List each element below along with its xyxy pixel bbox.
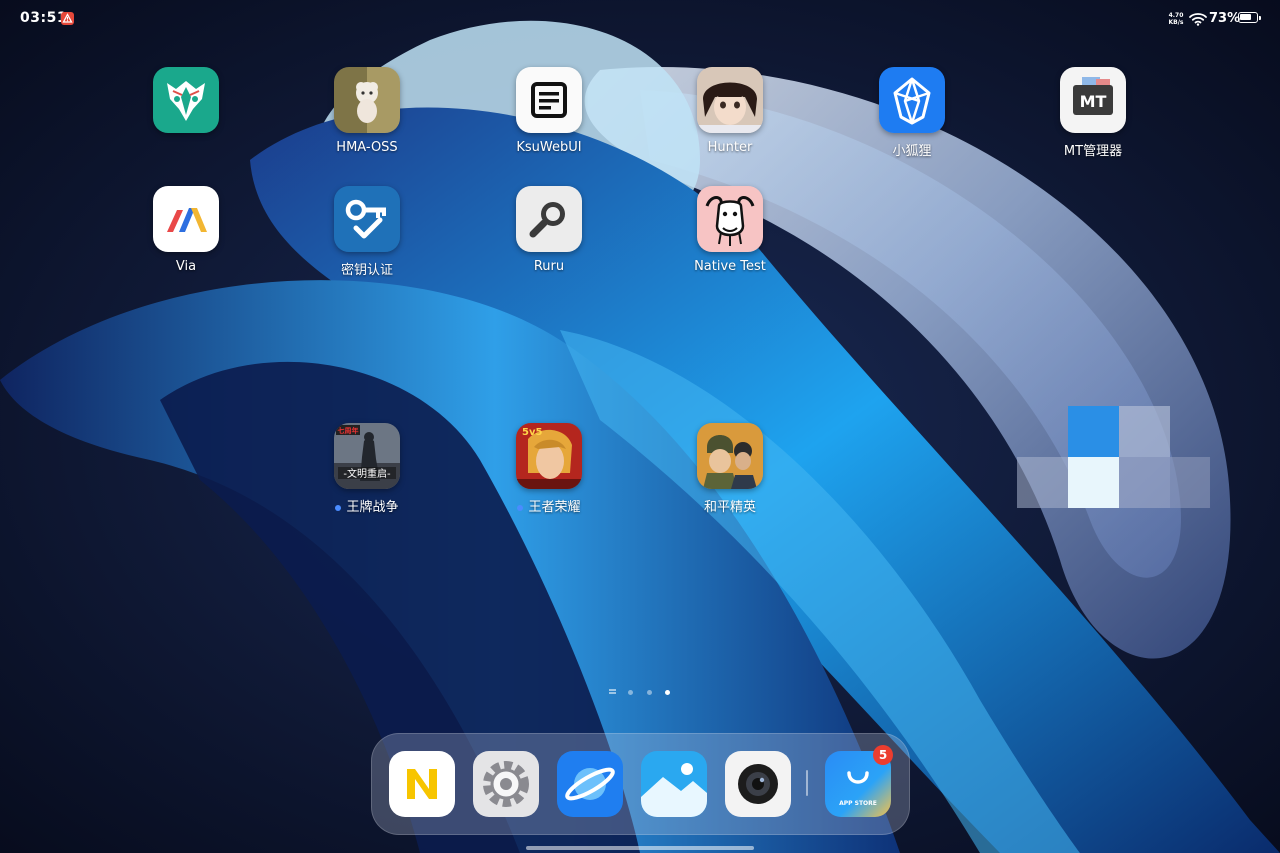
- app-label: HMA-OSS: [336, 140, 398, 155]
- app-label: Native Test: [694, 259, 766, 274]
- app-heping-jingying[interactable]: 和平精英: [675, 423, 785, 515]
- feed-page-indicator-icon: [609, 689, 616, 695]
- page-dot: [647, 690, 652, 695]
- mt-manager-icon: MT: [1060, 67, 1126, 133]
- wifi-icon: [1189, 11, 1207, 30]
- notes-n-icon: [389, 751, 455, 817]
- dock-app-notes[interactable]: [389, 751, 455, 817]
- hunter-avatar-icon: [697, 67, 763, 133]
- app-label: 王者荣耀: [494, 496, 604, 515]
- app-label: 小狐狸: [892, 144, 932, 159]
- app-label: MT管理器: [1063, 144, 1123, 159]
- dock-app-gallery[interactable]: [641, 751, 707, 817]
- app-store-label: APP STORE: [839, 800, 877, 807]
- gnu-head-icon: [697, 186, 763, 252]
- battery-percent: 73%: [1209, 11, 1241, 26]
- camera-icon: [725, 751, 791, 817]
- dock-separator: [806, 770, 808, 796]
- page-dot-active: [665, 690, 670, 695]
- network-speed-value: 4.70: [1168, 12, 1184, 19]
- game-anniversary-badge: 七周年: [338, 426, 359, 435]
- network-speed-unit: KB/s: [1168, 19, 1184, 26]
- settings-gear-icon: [473, 751, 539, 817]
- pixelated-redaction: [1170, 457, 1210, 508]
- hma-sheep-icon: [334, 67, 400, 133]
- game-banner-text: -文明重启-: [343, 467, 391, 480]
- app-xiao-huli[interactable]: 小狐狸: [857, 67, 967, 159]
- webui-window-icon: [516, 67, 582, 133]
- dock-app-browser[interactable]: [557, 751, 623, 817]
- key-check-icon: [334, 186, 400, 252]
- app-wangzhe-rongyao[interactable]: 5v5 王者荣耀: [494, 423, 604, 515]
- magisk-mask-icon: [153, 67, 219, 133]
- warning-notification-icon: [61, 12, 74, 25]
- network-speed: 4.70 KB/s: [1166, 12, 1186, 26]
- status-bar: 03:51 4.70 KB/s 73%: [0, 0, 1280, 38]
- app-mt-manager[interactable]: MT MT管理器: [1038, 67, 1148, 159]
- dock: APP STORE: [371, 733, 910, 835]
- new-app-dot: [335, 504, 342, 511]
- pixelated-redaction: [1119, 406, 1170, 457]
- pixelated-redaction: [1017, 457, 1068, 508]
- magnifier-icon: [516, 186, 582, 252]
- app-native-test[interactable]: Native Test: [675, 186, 785, 274]
- pixelated-redaction: [1119, 457, 1170, 508]
- dock-app-settings[interactable]: [473, 751, 539, 817]
- app-label: Ruru: [533, 259, 565, 274]
- app-key-attestation[interactable]: 密钥认证: [312, 186, 422, 278]
- app-hma-oss[interactable]: HMA-OSS: [312, 67, 422, 155]
- new-app-dot: [517, 504, 524, 511]
- pixelated-redaction: [1068, 457, 1119, 508]
- pixelated-redaction: [1068, 406, 1119, 457]
- app-label: Via: [175, 259, 197, 274]
- dock-app-camera[interactable]: [725, 751, 791, 817]
- svg-text:MT: MT: [1080, 92, 1107, 111]
- game-soldier-icon: 七周年 -文明重启-: [334, 423, 400, 489]
- app-store-notification-badge: 5: [873, 745, 893, 765]
- page-dot: [628, 690, 633, 695]
- app-ksuwebui[interactable]: KsuWebUI: [494, 67, 604, 155]
- app-wangpai-zhanzheng[interactable]: 七周年 -文明重启- 王牌战争: [312, 423, 422, 515]
- game-helmet-icon: [697, 423, 763, 489]
- app-hunter[interactable]: Hunter: [675, 67, 785, 155]
- app-label: 密钥认证: [340, 263, 393, 278]
- app-label: Hunter: [707, 140, 753, 155]
- app-magisk[interactable]: [131, 67, 241, 140]
- battery-tip: [1259, 15, 1261, 20]
- game-mode-badge: 5v5: [522, 427, 542, 438]
- game-hero-icon: 5v5: [516, 423, 582, 489]
- browser-planet-icon: [557, 751, 623, 817]
- app-label: 和平精英: [703, 500, 756, 515]
- page-indicator[interactable]: [0, 686, 1280, 698]
- home-gesture-bar[interactable]: [526, 846, 754, 850]
- app-label: 王牌战争: [312, 496, 422, 515]
- battery-icon: [1238, 12, 1261, 23]
- via-browser-icon: [153, 186, 219, 252]
- battery-level: [1240, 14, 1251, 20]
- app-ruru[interactable]: Ruru: [494, 186, 604, 274]
- app-label: KsuWebUI: [516, 140, 582, 155]
- fox-logo-icon: [879, 67, 945, 133]
- app-via[interactable]: Via: [131, 186, 241, 274]
- gallery-icon: [641, 751, 707, 817]
